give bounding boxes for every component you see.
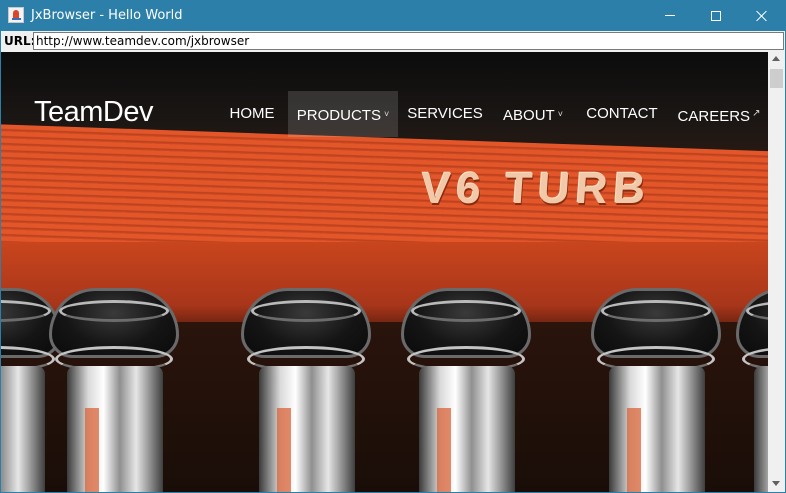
close-button[interactable] — [739, 0, 785, 31]
java-app-icon — [8, 7, 24, 23]
pipe-clamp — [251, 300, 361, 322]
nav-contact-label: CONTACT — [586, 105, 658, 122]
external-link-icon: ↗ — [752, 108, 761, 119]
pipe-reflection — [437, 408, 451, 492]
url-label: URL: — [4, 34, 36, 48]
pipe-clamp — [601, 300, 711, 322]
intake-pipe — [241, 288, 371, 492]
nav-products-label: PRODUCTS — [296, 107, 381, 124]
pipe-clamp — [411, 300, 521, 322]
vertical-scrollbar[interactable] — [768, 52, 785, 492]
pipe-tube — [754, 366, 768, 492]
client-area: URL: V6 TURB — [1, 31, 785, 492]
pipe-tube — [259, 366, 355, 492]
pipe-reflection — [627, 408, 641, 492]
intake-pipe — [401, 288, 531, 492]
maximize-button[interactable] — [693, 0, 739, 31]
pipe-tube — [609, 366, 705, 492]
pipe-reflection — [277, 408, 291, 492]
app-window: JxBrowser - Hello World URL: V6 TURB — [0, 0, 786, 493]
scroll-up-arrow-icon[interactable] — [772, 56, 780, 61]
scroll-down-arrow-icon[interactable] — [772, 481, 780, 486]
nav-services[interactable]: SERVICES — [404, 91, 486, 137]
scrollbar-thumb[interactable] — [770, 69, 783, 88]
chevron-down-icon: ˅ — [383, 109, 390, 119]
close-icon — [756, 10, 768, 22]
pipe-tube — [67, 366, 163, 492]
browser-view[interactable]: V6 TURB TeamDev HOME PRODUCTS ˅ SERVICES… — [1, 52, 768, 492]
pipe-reflection — [85, 408, 99, 492]
nav-products[interactable]: PRODUCTS ˅ — [288, 91, 398, 137]
title-bar[interactable]: JxBrowser - Hello World — [0, 0, 786, 31]
nav-careers[interactable]: CAREERS ↗ — [677, 91, 761, 137]
intake-pipe — [49, 288, 179, 492]
pipe-collar — [736, 288, 768, 358]
nav-about-label: ABOUT — [503, 107, 555, 124]
maximize-icon — [711, 10, 721, 21]
engine-lettering: V6 TURB — [419, 164, 653, 213]
site-logo[interactable]: TeamDev — [34, 95, 154, 129]
chevron-down-icon: ˅ — [557, 109, 563, 119]
nav-home[interactable]: HOME — [221, 91, 283, 137]
intake-pipe — [591, 288, 721, 492]
pipe-tube — [1, 366, 45, 492]
minimize-icon — [665, 15, 675, 16]
intake-pipe — [736, 288, 768, 492]
nav-contact[interactable]: CONTACT — [581, 91, 663, 137]
minimize-button[interactable] — [647, 0, 693, 31]
nav-about[interactable]: ABOUT ˅ — [495, 91, 571, 137]
url-bar: URL: — [1, 31, 785, 51]
nav-careers-label: CAREERS — [677, 108, 751, 125]
window-title: JxBrowser - Hello World — [31, 8, 183, 23]
pipe-tube — [419, 366, 515, 492]
nav-services-label: SERVICES — [407, 105, 483, 122]
url-input[interactable] — [33, 32, 784, 50]
nav-home-label: HOME — [229, 105, 275, 122]
pipe-clamp — [59, 300, 169, 322]
